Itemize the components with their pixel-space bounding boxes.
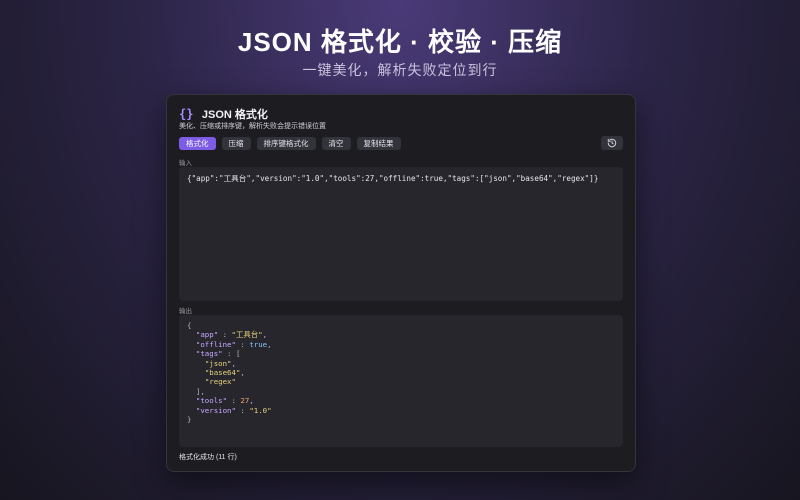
- json-tool-window: {} JSON 格式化 美化、压缩或排序键，解析失败会提示错误位置 格式化 压缩…: [166, 94, 636, 472]
- clear-button[interactable]: 清空: [321, 137, 351, 150]
- output-token: "工具台": [231, 330, 263, 340]
- output-label: 输出: [179, 308, 192, 315]
- output-token: :: [218, 330, 232, 340]
- output-line: {: [187, 321, 615, 330]
- copy-result-button[interactable]: 复制结果: [356, 137, 401, 150]
- input-label: 输入: [179, 160, 192, 167]
- history-button[interactable]: [601, 136, 623, 150]
- output-line: "tools" : 27,: [187, 396, 615, 405]
- output-token: ,: [267, 339, 272, 349]
- window-description: 美化、压缩或排序键，解析失败会提示错误位置: [179, 123, 326, 130]
- hero-title: JSON 格式化 · 校验 · 压缩: [237, 27, 563, 57]
- output-line: "base64",: [187, 368, 615, 377]
- output-token: true: [249, 339, 268, 349]
- status-message: 格式化成功 (11 行): [179, 454, 237, 461]
- output-token: ],: [195, 386, 205, 396]
- output-token: ,: [240, 368, 245, 378]
- output-token: :: [235, 339, 250, 349]
- output-token: "json": [204, 358, 232, 368]
- json-input-field[interactable]: {"app":"工具台","version":"1.0","tools":27,…: [179, 167, 623, 301]
- output-line: "app" : "工具台",: [187, 330, 615, 339]
- output-line: "version" : "1.0": [187, 406, 615, 415]
- toolbar: 格式化 压缩 排序键格式化 清空 复制结果: [179, 137, 401, 150]
- output-token: "app": [195, 330, 219, 340]
- format-button[interactable]: 格式化: [179, 137, 216, 150]
- output-token: "tools": [195, 396, 228, 406]
- output-line: "offline" : true,: [187, 340, 615, 349]
- output-line: "regex": [187, 377, 615, 386]
- output-line: "tags" : [: [187, 349, 615, 358]
- output-token: "base64": [204, 368, 241, 378]
- output-token: }: [187, 415, 192, 425]
- output-token: ,: [231, 358, 236, 368]
- sort-keys-format-button[interactable]: 排序键格式化: [256, 137, 316, 150]
- output-token: ,: [262, 330, 268, 340]
- output-token: "1.0": [249, 405, 272, 415]
- output-token: :: [227, 396, 241, 406]
- output-token: "tags": [195, 349, 223, 359]
- output-line: }: [187, 415, 615, 424]
- output-token: :: [235, 405, 250, 415]
- output-token: {: [187, 321, 192, 330]
- output-token: "regex": [204, 377, 236, 387]
- output-token: "offline": [195, 339, 236, 349]
- output-token: : [: [222, 349, 241, 359]
- output-line: ],: [187, 387, 615, 396]
- output-token: ,: [249, 396, 254, 406]
- minify-button[interactable]: 压缩: [221, 137, 251, 150]
- hero-subtitle: 一键美化，解析失败定位到行: [302, 62, 498, 78]
- json-output-view[interactable]: { "app" : "工具台", "offline" : true, "tags…: [179, 315, 623, 447]
- curly-braces-icon: {}: [179, 106, 194, 121]
- output-line: "json",: [187, 359, 615, 368]
- window-title: JSON 格式化: [201, 108, 268, 121]
- history-icon: [607, 138, 617, 148]
- output-token: "version": [195, 405, 236, 415]
- output-token: 27: [240, 396, 250, 406]
